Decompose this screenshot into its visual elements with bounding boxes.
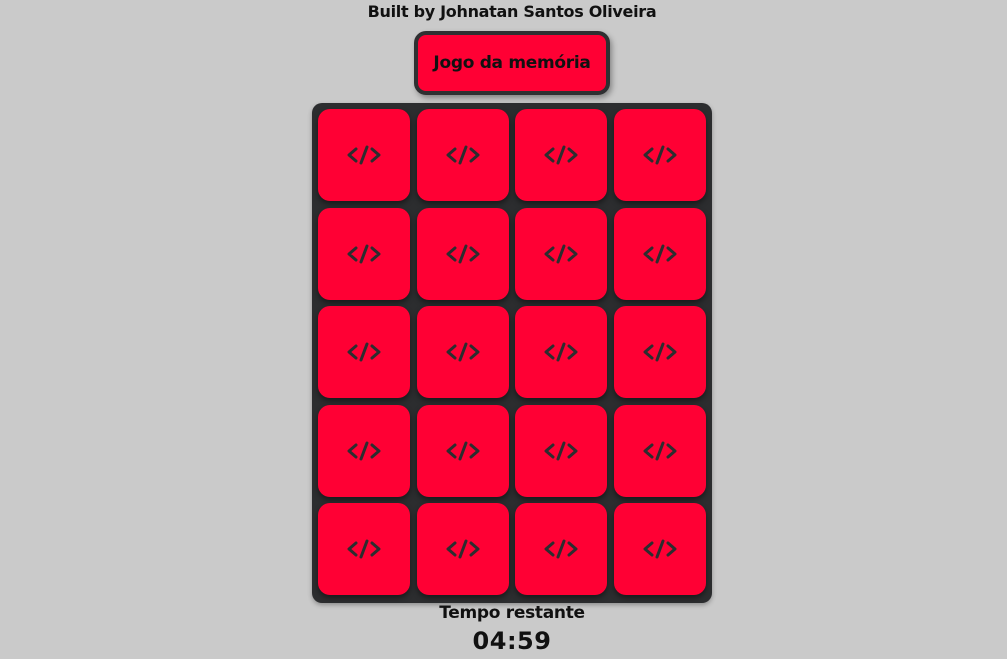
code-icon	[347, 539, 381, 559]
memory-card[interactable]	[515, 207, 607, 300]
memory-card[interactable]	[613, 503, 706, 595]
author-credit: Built by Johnatan Santos Oliveira	[367, 2, 657, 21]
code-icon	[643, 342, 676, 362]
memory-card[interactable]	[515, 306, 607, 398]
code-icon	[347, 145, 381, 165]
code-icon	[446, 244, 479, 263]
code-icon	[446, 342, 479, 362]
code-icon	[643, 441, 676, 460]
memory-card[interactable]	[416, 109, 509, 201]
code-icon	[544, 145, 578, 165]
memory-card[interactable]	[318, 306, 410, 398]
memory-card[interactable]	[613, 207, 706, 300]
game-title-label: Jogo da memória	[433, 53, 591, 73]
memory-board	[312, 103, 712, 603]
code-icon	[643, 145, 676, 165]
code-icon	[446, 539, 479, 559]
code-icon	[643, 244, 676, 263]
code-icon	[347, 244, 381, 263]
game-title: Jogo da memória	[414, 31, 610, 95]
memory-card[interactable]	[318, 503, 410, 595]
memory-card[interactable]	[416, 207, 509, 300]
code-icon	[347, 441, 381, 460]
memory-card[interactable]	[318, 207, 410, 300]
memory-card[interactable]	[613, 404, 706, 497]
memory-card[interactable]	[416, 503, 509, 595]
code-icon	[544, 342, 578, 362]
memory-card[interactable]	[318, 109, 410, 201]
memory-card[interactable]	[613, 109, 706, 201]
timer-value: 04:59	[472, 627, 552, 655]
code-icon	[544, 539, 578, 559]
memory-card[interactable]	[515, 503, 607, 595]
memory-card[interactable]	[515, 109, 607, 201]
code-icon	[446, 441, 479, 460]
memory-card[interactable]	[416, 306, 509, 398]
memory-card[interactable]	[416, 404, 509, 497]
memory-card[interactable]	[613, 306, 706, 398]
code-icon	[347, 342, 381, 362]
code-icon	[643, 539, 676, 559]
code-icon	[544, 441, 578, 460]
code-icon	[544, 244, 578, 263]
timer-label: Tempo restante	[439, 603, 585, 623]
code-icon	[446, 145, 479, 165]
memory-card[interactable]	[515, 404, 607, 497]
memory-card[interactable]	[318, 404, 410, 497]
